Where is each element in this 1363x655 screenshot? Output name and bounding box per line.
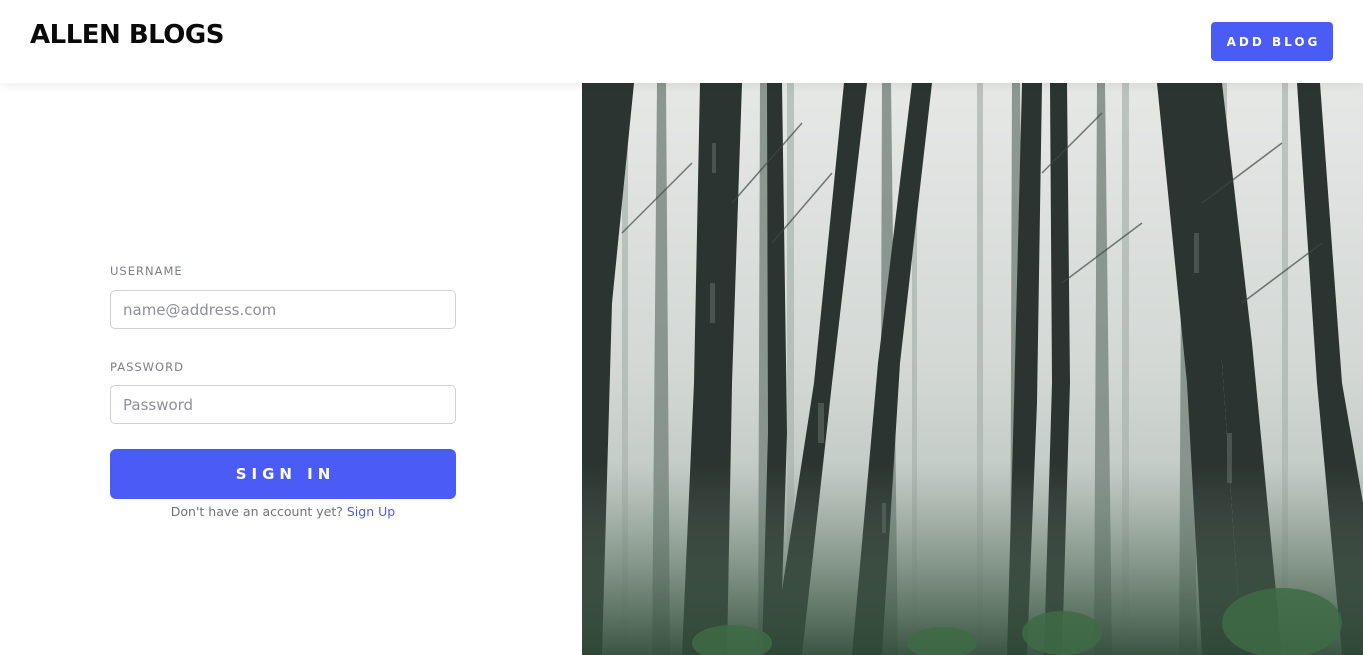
no-account-text: Don't have an account yet?: [170, 504, 343, 519]
signup-prompt: Don't have an account yet? Sign Up: [110, 504, 456, 519]
login-panel: [0, 83, 582, 655]
sign-in-button[interactable]: SIGN IN: [110, 449, 456, 499]
top-navbar: ALLEN BLOGS ADD BLOG: [0, 0, 1363, 83]
sign-up-link[interactable]: Sign Up: [347, 504, 395, 519]
password-label: PASSWORD: [110, 360, 184, 374]
username-label: USERNAME: [110, 264, 183, 278]
add-blog-button[interactable]: ADD BLOG: [1211, 22, 1333, 61]
username-input[interactable]: [110, 290, 456, 329]
brand-logo[interactable]: ALLEN BLOGS: [30, 20, 224, 50]
misty-forest-photo: [582, 83, 1363, 655]
forest-illustration: [582, 83, 1363, 655]
password-input[interactable]: [110, 385, 456, 424]
